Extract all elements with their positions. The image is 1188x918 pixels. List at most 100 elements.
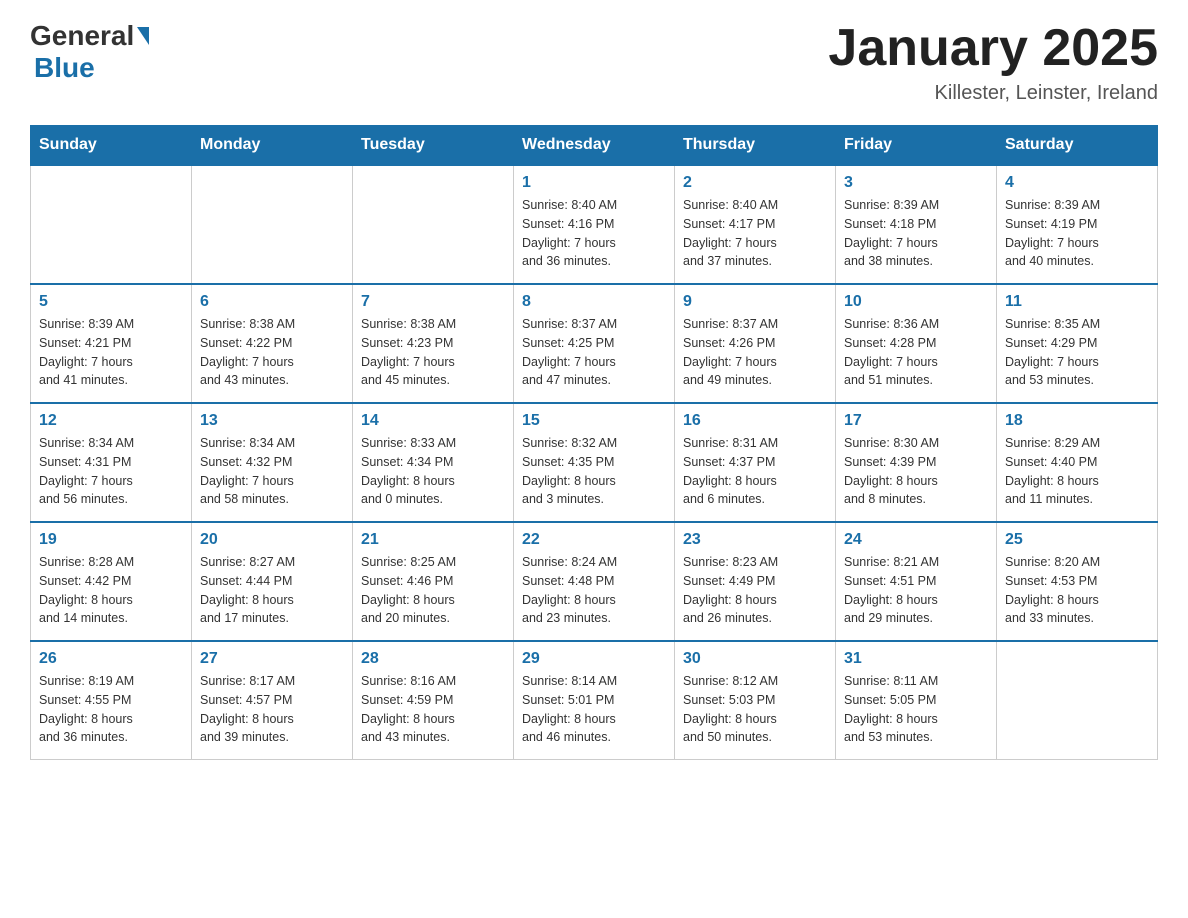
day-number: 17 (844, 412, 988, 430)
day-of-week-header: Wednesday (514, 126, 675, 166)
calendar-cell: 13 Sunrise: 8:34 AM Sunset: 4:32 PM Dayli… (192, 403, 353, 522)
calendar-cell: 30 Sunrise: 8:12 AM Sunset: 5:03 PM Dayli… (675, 641, 836, 760)
calendar-cell: 17 Sunrise: 8:30 AM Sunset: 4:39 PM Dayli… (836, 403, 997, 522)
day-number: 8 (522, 293, 666, 311)
day-of-week-header: Monday (192, 126, 353, 166)
day-number: 25 (1005, 531, 1149, 549)
calendar-week-row: 19 Sunrise: 8:28 AM Sunset: 4:42 PM Dayli… (31, 522, 1158, 641)
calendar-week-row: 1 Sunrise: 8:40 AM Sunset: 4:16 PM Daylig… (31, 165, 1158, 284)
day-info: Sunrise: 8:17 AM Sunset: 4:57 PM Dayligh… (200, 672, 344, 747)
calendar-cell: 10 Sunrise: 8:36 AM Sunset: 4:28 PM Dayli… (836, 284, 997, 403)
calendar-cell: 2 Sunrise: 8:40 AM Sunset: 4:17 PM Daylig… (675, 165, 836, 284)
calendar-cell: 19 Sunrise: 8:28 AM Sunset: 4:42 PM Dayli… (31, 522, 192, 641)
day-info: Sunrise: 8:30 AM Sunset: 4:39 PM Dayligh… (844, 434, 988, 509)
calendar-cell: 6Sunrise: 8:38 AM Sunset: 4:22 PM Daylig… (192, 284, 353, 403)
day-info: Sunrise: 8:11 AM Sunset: 5:05 PM Dayligh… (844, 672, 988, 747)
calendar-cell: 9Sunrise: 8:37 AM Sunset: 4:26 PM Daylig… (675, 284, 836, 403)
day-number: 31 (844, 650, 988, 668)
calendar-cell: 7 Sunrise: 8:38 AM Sunset: 4:23 PM Daylig… (353, 284, 514, 403)
calendar-cell (353, 165, 514, 284)
day-of-week-header: Tuesday (353, 126, 514, 166)
calendar-cell: 11 Sunrise: 8:35 AM Sunset: 4:29 PM Dayli… (997, 284, 1158, 403)
day-number: 15 (522, 412, 666, 430)
day-info: Sunrise: 8:34 AM Sunset: 4:32 PM Dayligh… (200, 434, 344, 509)
day-number: 10 (844, 293, 988, 311)
calendar-cell: 16 Sunrise: 8:31 AM Sunset: 4:37 PM Dayli… (675, 403, 836, 522)
day-info: Sunrise: 8:35 AM Sunset: 4:29 PM Dayligh… (1005, 315, 1149, 390)
day-number: 13 (200, 412, 344, 430)
calendar-cell: 20 Sunrise: 8:27 AM Sunset: 4:44 PM Dayli… (192, 522, 353, 641)
calendar-cell: 1 Sunrise: 8:40 AM Sunset: 4:16 PM Daylig… (514, 165, 675, 284)
calendar-cell (997, 641, 1158, 760)
calendar-cell: 3Sunrise: 8:39 AM Sunset: 4:18 PM Daylig… (836, 165, 997, 284)
day-info: Sunrise: 8:25 AM Sunset: 4:46 PM Dayligh… (361, 553, 505, 628)
day-info: Sunrise: 8:28 AM Sunset: 4:42 PM Dayligh… (39, 553, 183, 628)
logo-general-text: General (30, 20, 134, 52)
day-number: 5 (39, 293, 183, 311)
calendar-cell: 8Sunrise: 8:37 AM Sunset: 4:25 PM Daylig… (514, 284, 675, 403)
day-number: 19 (39, 531, 183, 549)
day-number: 27 (200, 650, 344, 668)
calendar-header: SundayMondayTuesdayWednesdayThursdayFrid… (31, 126, 1158, 166)
calendar-cell: 24Sunrise: 8:21 AM Sunset: 4:51 PM Dayli… (836, 522, 997, 641)
day-of-week-header: Sunday (31, 126, 192, 166)
calendar-table: SundayMondayTuesdayWednesdayThursdayFrid… (30, 125, 1158, 760)
calendar-cell: 27 Sunrise: 8:17 AM Sunset: 4:57 PM Dayli… (192, 641, 353, 760)
calendar-cell: 26 Sunrise: 8:19 AM Sunset: 4:55 PM Dayli… (31, 641, 192, 760)
day-number: 2 (683, 174, 827, 192)
day-number: 14 (361, 412, 505, 430)
day-info: Sunrise: 8:29 AM Sunset: 4:40 PM Dayligh… (1005, 434, 1149, 509)
day-info: Sunrise: 8:40 AM Sunset: 4:17 PM Dayligh… (683, 196, 827, 271)
header-row: SundayMondayTuesdayWednesdayThursdayFrid… (31, 126, 1158, 166)
day-info: Sunrise: 8:31 AM Sunset: 4:37 PM Dayligh… (683, 434, 827, 509)
calendar-cell: 18Sunrise: 8:29 AM Sunset: 4:40 PM Dayli… (997, 403, 1158, 522)
day-of-week-header: Saturday (997, 126, 1158, 166)
day-info: Sunrise: 8:27 AM Sunset: 4:44 PM Dayligh… (200, 553, 344, 628)
title-area: January 2025 Killester, Leinster, Irelan… (828, 20, 1158, 105)
day-number: 7 (361, 293, 505, 311)
day-info: Sunrise: 8:34 AM Sunset: 4:31 PM Dayligh… (39, 434, 183, 509)
day-info: Sunrise: 8:40 AM Sunset: 4:16 PM Dayligh… (522, 196, 666, 271)
day-info: Sunrise: 8:39 AM Sunset: 4:21 PM Dayligh… (39, 315, 183, 390)
day-number: 16 (683, 412, 827, 430)
calendar-cell: 28Sunrise: 8:16 AM Sunset: 4:59 PM Dayli… (353, 641, 514, 760)
day-number: 4 (1005, 174, 1149, 192)
calendar-cell: 21Sunrise: 8:25 AM Sunset: 4:46 PM Dayli… (353, 522, 514, 641)
calendar-cell: 23 Sunrise: 8:23 AM Sunset: 4:49 PM Dayli… (675, 522, 836, 641)
page-header: General Blue January 2025 Killester, Lei… (30, 20, 1158, 105)
day-number: 11 (1005, 293, 1149, 311)
calendar-week-row: 12 Sunrise: 8:34 AM Sunset: 4:31 PM Dayli… (31, 403, 1158, 522)
calendar-cell (31, 165, 192, 284)
day-info: Sunrise: 8:33 AM Sunset: 4:34 PM Dayligh… (361, 434, 505, 509)
day-info: Sunrise: 8:24 AM Sunset: 4:48 PM Dayligh… (522, 553, 666, 628)
day-number: 30 (683, 650, 827, 668)
day-number: 12 (39, 412, 183, 430)
day-info: Sunrise: 8:39 AM Sunset: 4:19 PM Dayligh… (1005, 196, 1149, 271)
calendar-cell: 12 Sunrise: 8:34 AM Sunset: 4:31 PM Dayli… (31, 403, 192, 522)
day-info: Sunrise: 8:12 AM Sunset: 5:03 PM Dayligh… (683, 672, 827, 747)
day-of-week-header: Thursday (675, 126, 836, 166)
day-number: 29 (522, 650, 666, 668)
calendar-cell: 15 Sunrise: 8:32 AM Sunset: 4:35 PM Dayli… (514, 403, 675, 522)
day-info: Sunrise: 8:32 AM Sunset: 4:35 PM Dayligh… (522, 434, 666, 509)
day-number: 1 (522, 174, 666, 192)
day-info: Sunrise: 8:38 AM Sunset: 4:23 PM Dayligh… (361, 315, 505, 390)
day-number: 9 (683, 293, 827, 311)
day-number: 20 (200, 531, 344, 549)
calendar-cell: 29 Sunrise: 8:14 AM Sunset: 5:01 PM Dayli… (514, 641, 675, 760)
calendar-cell: 5 Sunrise: 8:39 AM Sunset: 4:21 PM Daylig… (31, 284, 192, 403)
calendar-cell (192, 165, 353, 284)
day-info: Sunrise: 8:16 AM Sunset: 4:59 PM Dayligh… (361, 672, 505, 747)
month-title: January 2025 (828, 20, 1158, 77)
day-info: Sunrise: 8:36 AM Sunset: 4:28 PM Dayligh… (844, 315, 988, 390)
calendar-cell: 31 Sunrise: 8:11 AM Sunset: 5:05 PM Dayli… (836, 641, 997, 760)
day-number: 26 (39, 650, 183, 668)
calendar-cell: 4 Sunrise: 8:39 AM Sunset: 4:19 PM Daylig… (997, 165, 1158, 284)
day-number: 23 (683, 531, 827, 549)
day-info: Sunrise: 8:19 AM Sunset: 4:55 PM Dayligh… (39, 672, 183, 747)
day-number: 24 (844, 531, 988, 549)
day-info: Sunrise: 8:23 AM Sunset: 4:49 PM Dayligh… (683, 553, 827, 628)
day-info: Sunrise: 8:14 AM Sunset: 5:01 PM Dayligh… (522, 672, 666, 747)
day-info: Sunrise: 8:39 AM Sunset: 4:18 PM Dayligh… (844, 196, 988, 271)
calendar-cell: 14 Sunrise: 8:33 AM Sunset: 4:34 PM Dayli… (353, 403, 514, 522)
